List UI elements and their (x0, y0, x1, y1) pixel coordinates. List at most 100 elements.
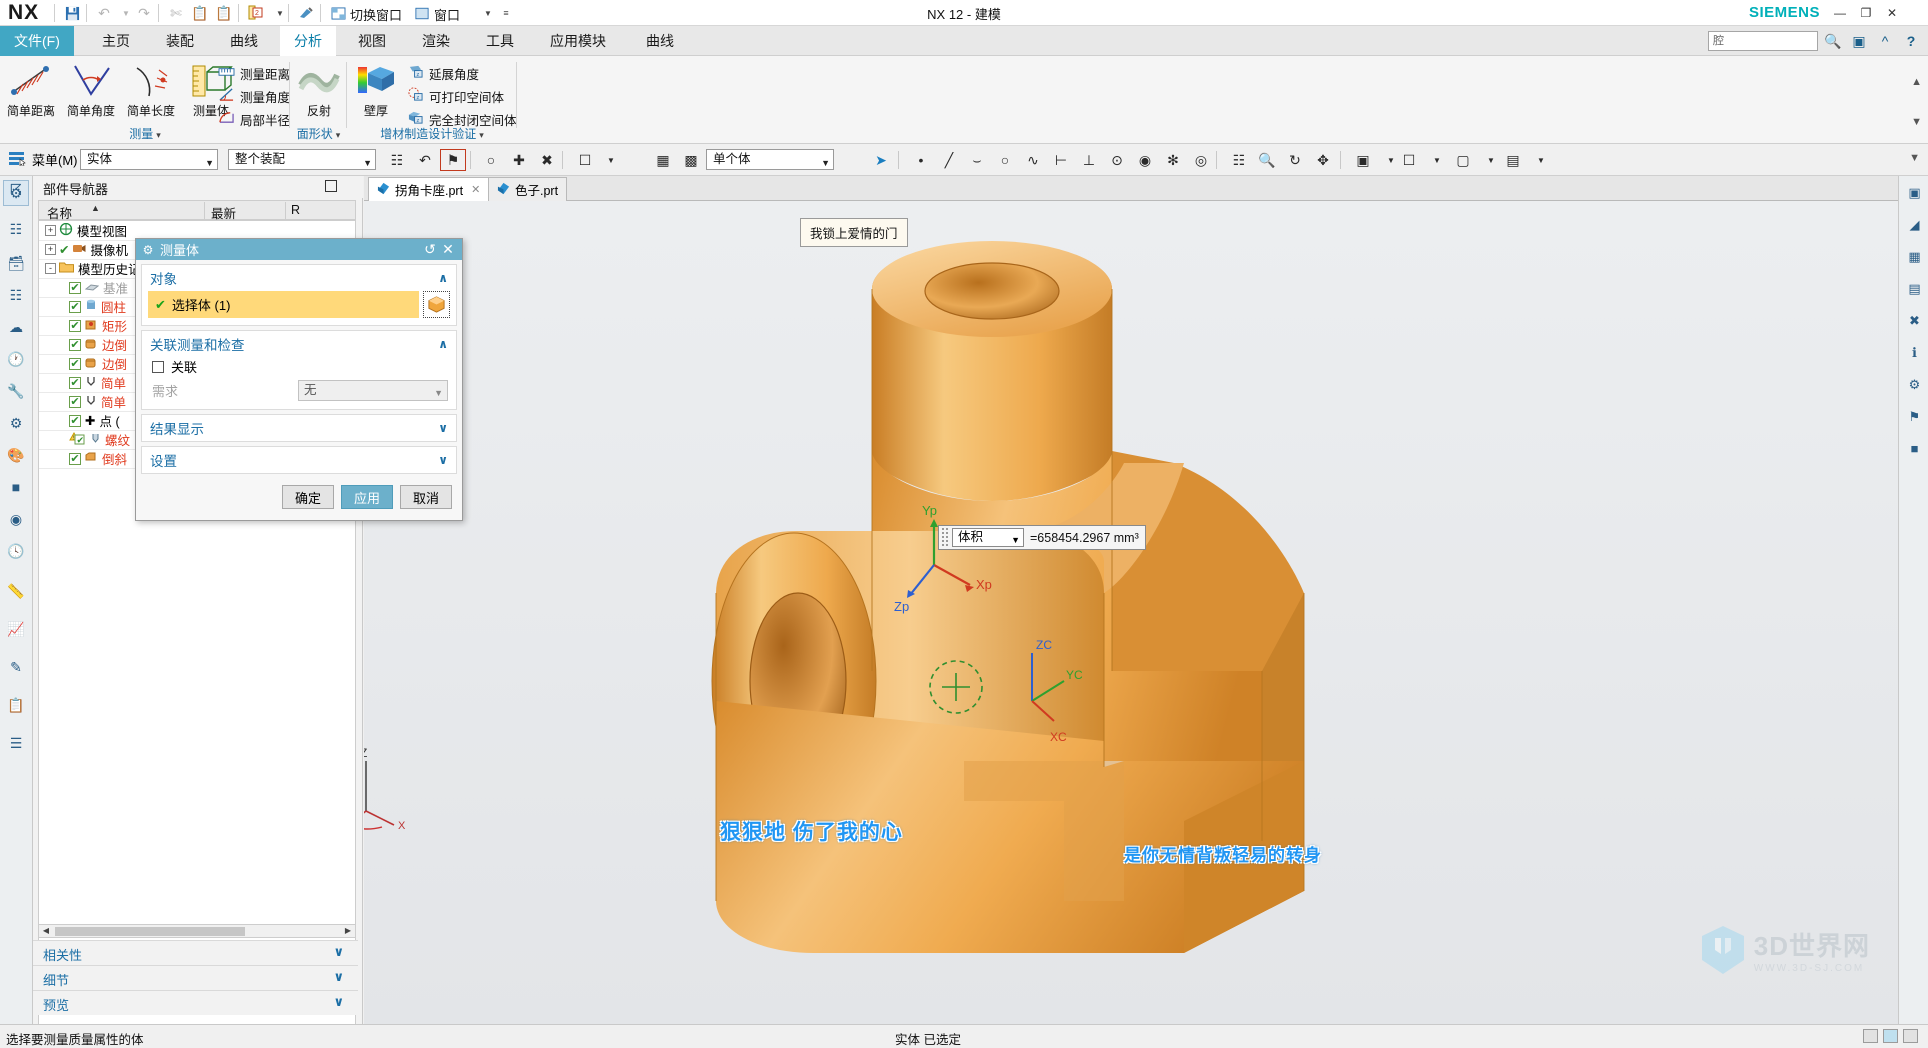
dock-toggle-icon[interactable] (325, 180, 337, 192)
tree-item-camera[interactable]: + ✔ 摄像机 (45, 240, 128, 259)
checkbox[interactable]: ✔ (69, 338, 81, 351)
need-select[interactable]: 无 ▼ (298, 380, 448, 401)
search-icon[interactable]: 🔍 (1822, 30, 1844, 52)
orientation-icon[interactable]: ▢ (1450, 149, 1476, 171)
assembly-navigator-icon[interactable]: ☷ (3, 216, 29, 242)
list-icon[interactable]: ☰ (3, 730, 29, 756)
process-studio-icon[interactable]: 🔧 (3, 378, 29, 404)
ribbon-reflection[interactable]: 反射 (290, 60, 348, 119)
clear-filter-icon[interactable]: ↶ (412, 149, 438, 171)
type-filter-combo[interactable]: 实体 ▼ (80, 149, 218, 170)
close-button[interactable]: ✕ (1882, 4, 1902, 22)
search-input[interactable]: 腔 (1708, 31, 1818, 51)
maximize-button[interactable]: ❐ (1856, 4, 1876, 22)
select-body-field[interactable]: ✔ 选择体 (1) (148, 291, 419, 318)
constraint-navigator-icon[interactable]: ☈ (3, 176, 29, 202)
history-icon[interactable]: 🕐 (3, 346, 29, 372)
measurement-result-box[interactable]: 体积 ▼ =658454.2967 mm³ (938, 525, 1146, 550)
section-results-header[interactable]: 结果显示 ∨ (142, 415, 456, 441)
info-icon[interactable]: ℹ (1902, 340, 1927, 365)
window-layout-icon[interactable]: ▣ (1848, 30, 1870, 52)
section-icon[interactable]: ◢ (1902, 212, 1927, 237)
section-settings-header[interactable]: 设置 ∨ (142, 447, 456, 473)
tab-analysis[interactable]: 分析 (280, 26, 336, 56)
tab-curve[interactable]: 曲线 (216, 26, 272, 56)
tree-item-point[interactable]: ✔ ✚ 点 ( (69, 411, 120, 430)
perpendicular-icon[interactable]: ⊥ (1076, 149, 1102, 171)
quadrant-icon[interactable]: ◉ (1132, 149, 1158, 171)
select-body-button[interactable] (423, 291, 450, 318)
midpoint-snap-icon[interactable]: ✚ (506, 149, 532, 171)
assoc-checkbox[interactable] (152, 360, 164, 373)
ribbon-measure-angle[interactable]: 测量角度 (218, 85, 290, 107)
ribbon-wall-thickness[interactable]: 壁厚 (347, 60, 405, 119)
spline-icon[interactable]: ∿ (1020, 149, 1046, 171)
accordion-details[interactable]: 细节 ∨ (33, 965, 358, 990)
tree-item-model-history[interactable]: - 模型历史记 (45, 259, 141, 278)
fit-view-icon[interactable]: ☷ (1226, 149, 1252, 171)
roles-icon[interactable]: ⚙ (3, 410, 29, 436)
point-on-curve-icon[interactable]: ◎ (1188, 149, 1214, 171)
layers-dropdown-icon[interactable]: ▼ (1528, 149, 1554, 171)
clock-icon[interactable]: 🕓 (3, 538, 29, 564)
reuse-library-icon[interactable]: 🗃 (3, 250, 29, 276)
measure-type-select[interactable]: 体积 ▼ (952, 528, 1024, 547)
tree-item-simple-hole-1[interactable]: ✔ 简单 (69, 373, 126, 392)
cancel-button[interactable]: 取消 (400, 485, 452, 509)
tab-assembly[interactable]: 装配 (152, 26, 208, 56)
checkbox[interactable]: ✔ (69, 281, 81, 294)
arc-icon[interactable]: ⌣ (964, 149, 990, 171)
hd3d-tools-icon[interactable]: ☷ (3, 282, 29, 308)
measure-body-dialog[interactable]: ⚙ 测量体 ↺ ✕ 对象 ∧ ✔ 选择体 (1) 关联测量和检查 ∧ 关联 需求… (135, 238, 463, 521)
tab-render[interactable]: 渲染 (408, 26, 464, 56)
assoc-checkbox-row[interactable]: 关联 (142, 357, 456, 380)
snapshot-icon[interactable]: ▣ (1902, 180, 1927, 205)
tree-item-chamfer[interactable]: ✔ 倒斜 (69, 449, 127, 468)
body-select-icon[interactable]: ▩ (678, 149, 704, 171)
tree-item-model-view[interactable]: + 模型视图 (45, 221, 127, 240)
accordion-dependencies[interactable]: 相关性 ∨ (33, 940, 358, 965)
file-tab-inactive[interactable]: 色子.prt (488, 177, 568, 201)
cross-tool-icon[interactable]: ✖ (1902, 308, 1927, 333)
web-browser-icon[interactable]: ☁ (3, 314, 29, 340)
snap-filter-icon[interactable]: ⚑ (440, 149, 466, 171)
toolbar2-overflow-icon[interactable]: ▼ (1909, 152, 1920, 164)
system-visual-icon[interactable]: ◉ (3, 506, 29, 532)
viewport[interactable]: Yp Xp Zp ZC YC XC X 我锁上爱情的门 体积 ▼ =658454… (364, 201, 1898, 1024)
scroll-right-icon[interactable]: ▶ (342, 926, 354, 937)
ribbon-printable-volume[interactable]: z 可打印空间体 (407, 85, 504, 107)
chevron-up-icon[interactable]: ^ (1874, 30, 1896, 52)
tab-file[interactable]: 文件(F) (0, 26, 74, 56)
ribbon-simple-length[interactable]: 简单长度 (122, 60, 180, 119)
dialog-title-bar[interactable]: ⚙ 测量体 ↺ ✕ (136, 239, 462, 260)
section-assoc-header[interactable]: 关联测量和检查 ∧ (142, 331, 456, 357)
status-indicator-1[interactable] (1863, 1029, 1878, 1043)
intersection-snap-icon[interactable]: ✖ (534, 149, 560, 171)
report-icon[interactable]: 📋 (3, 692, 29, 718)
status-indicator-2[interactable] (1883, 1029, 1898, 1043)
tangent-icon[interactable]: ⊢ (1048, 149, 1074, 171)
expander-icon[interactable]: - (45, 263, 56, 274)
apply-button[interactable]: 应用 (341, 485, 393, 509)
minimize-button[interactable]: — (1830, 4, 1850, 22)
rect-select-dropdown-icon[interactable]: ▼ (598, 149, 624, 171)
checkbox[interactable]: ✔ (69, 452, 81, 465)
accordion-preview[interactable]: 预览 ∨ (33, 990, 358, 1015)
tree-item-edge-blend-2[interactable]: ✔ 边倒 (69, 354, 127, 373)
grid-icon[interactable]: ▦ (1902, 244, 1927, 269)
tree-item-rect[interactable]: ✔ 矩形 (69, 316, 127, 335)
expander-icon[interactable]: + (45, 225, 56, 236)
tab-home[interactable]: 主页 (88, 26, 144, 56)
endpoint-snap-icon[interactable]: ○ (478, 149, 504, 171)
line-icon[interactable]: ╱ (936, 149, 962, 171)
system-materials-icon[interactable]: ■ (3, 474, 29, 500)
shaded-view-icon[interactable]: ▣ (1350, 149, 1376, 171)
tree-item-datum[interactable]: ✔ 基准 (69, 278, 128, 297)
center-icon[interactable]: ⊙ (1104, 149, 1130, 171)
ribbon-expand-icon[interactable]: ▲ (1911, 76, 1922, 88)
graphics-area[interactable]: Yp Xp Zp ZC YC XC X 我锁上爱情的门 体积 ▼ =658454… (364, 176, 1898, 1024)
select-all-icon[interactable]: ☷ (384, 149, 410, 171)
tree-item-edge-blend-1[interactable]: ✔ 边倒 (69, 335, 127, 354)
rect-select-icon[interactable]: ☐ (572, 149, 598, 171)
cad-model[interactable]: Yp Xp Zp ZC YC XC X (364, 201, 1898, 1024)
